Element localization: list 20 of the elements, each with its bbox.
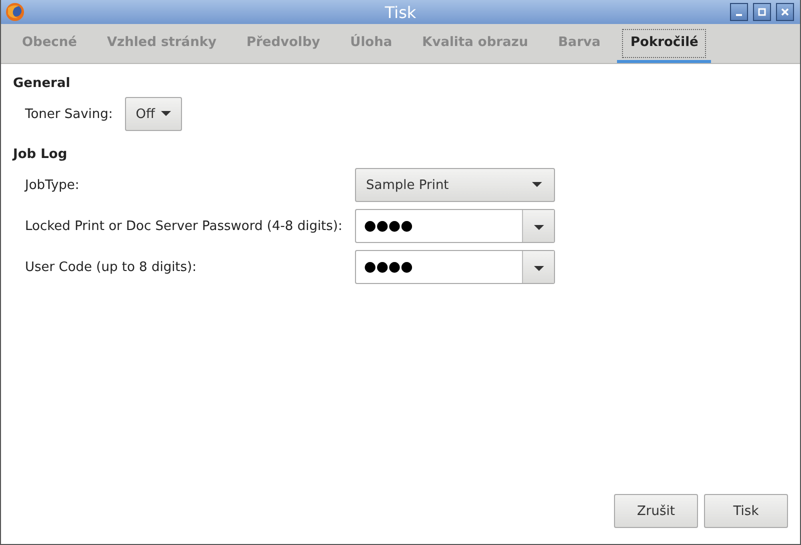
minimize-button[interactable] xyxy=(730,3,748,21)
close-button[interactable] xyxy=(776,3,794,21)
dropdown[interactable]: Sample Print xyxy=(355,168,555,202)
dialog-button[interactable]: Tisk xyxy=(704,494,788,528)
field-label: User Code (up to 8 digits): xyxy=(25,260,197,274)
section-heading: General xyxy=(13,76,72,91)
dropdown-button[interactable]: Off xyxy=(124,97,182,131)
dialog-button[interactable]: Zrušit xyxy=(614,494,698,528)
caret-icon xyxy=(161,111,171,117)
close-icon xyxy=(781,8,789,16)
maximize-button[interactable] xyxy=(753,3,771,21)
field-label: JobType: xyxy=(25,178,80,192)
window-title: Tisk xyxy=(384,2,416,22)
maximize-icon xyxy=(758,8,766,16)
globe-icon xyxy=(5,2,25,22)
caret-icon xyxy=(532,182,542,188)
section-heading: Job Log xyxy=(13,147,68,162)
tab[interactable]: Pokročilé xyxy=(617,24,712,63)
field-label: Locked Print or Doc Server Password (4-8 digits): xyxy=(25,218,342,234)
field-label: Toner Saving: xyxy=(25,106,113,122)
